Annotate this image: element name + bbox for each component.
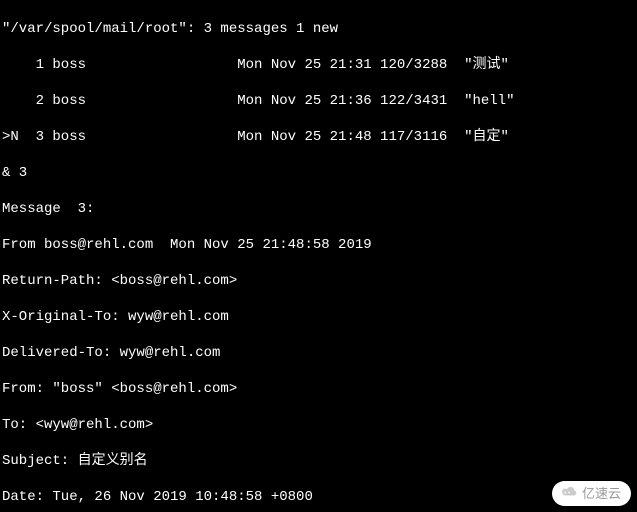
mail-list-item-1: 1 boss Mon Nov 25 21:31 120/3288 "测试" (2, 56, 637, 74)
header-from: From: "boss" <boss@rehl.com> (2, 380, 637, 398)
mailbox-header: "/var/spool/mail/root": 3 messages 1 new (2, 20, 637, 38)
header-x-original-to: X-Original-To: wyw@rehl.com (2, 308, 637, 326)
header-subject: Subject: 自定义别名 (2, 452, 637, 470)
watermark-badge: 亿速云 (552, 481, 631, 506)
envelope-from-line: From boss@rehl.com Mon Nov 25 21:48:58 2… (2, 236, 637, 254)
cloud-icon (560, 484, 578, 503)
header-delivered-to: Delivered-To: wyw@rehl.com (2, 344, 637, 362)
mail-list-item-3-new: >N 3 boss Mon Nov 25 21:48 117/3116 "自定" (2, 128, 637, 146)
header-to: To: <wyw@rehl.com> (2, 416, 637, 434)
mail-list-item-2: 2 boss Mon Nov 25 21:36 122/3431 "hell" (2, 92, 637, 110)
mail-prompt[interactable]: & 3 (2, 164, 637, 182)
watermark-text: 亿速云 (582, 485, 621, 503)
header-date: Date: Tue, 26 Nov 2019 10:48:58 +0800 (2, 488, 637, 506)
message-number-header: Message 3: (2, 200, 637, 218)
terminal-output: "/var/spool/mail/root": 3 messages 1 new… (0, 0, 637, 512)
header-return-path: Return-Path: <boss@rehl.com> (2, 272, 637, 290)
